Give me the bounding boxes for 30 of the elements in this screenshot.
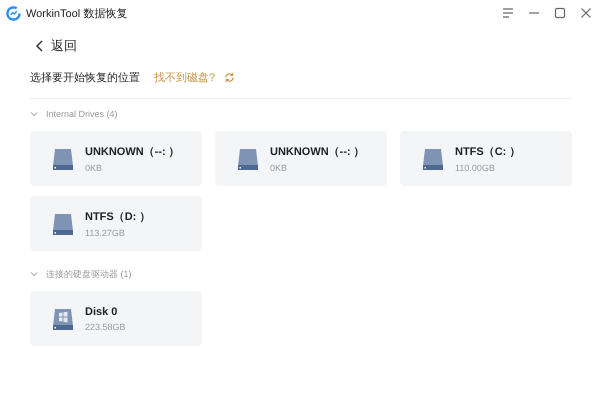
maximize-icon[interactable] <box>554 7 566 19</box>
drive-name: NTFS（D: ） <box>85 210 150 224</box>
drive-size: 0KB <box>85 163 104 173</box>
drive-name: Disk 0 <box>85 306 118 318</box>
window-title: WorkinTool 数据恢复 <box>26 6 128 20</box>
drive-card[interactable]: NTFS（C: ） 110.00GB <box>400 131 572 186</box>
section-title: 连接的硬盘驱动器 (1) <box>46 268 132 280</box>
close-icon[interactable] <box>580 7 592 19</box>
section-title: Internal Drives (4) <box>46 109 118 119</box>
drive-size: 0KB <box>270 163 288 173</box>
drive-card[interactable]: Disk 0 223.58GB <box>30 291 202 346</box>
menu-icon[interactable] <box>502 8 514 18</box>
drive-icon <box>51 146 75 170</box>
drive-icon <box>236 146 260 170</box>
drive-name: UNKNOWN（--: ） <box>270 145 365 159</box>
disk-icon <box>51 306 75 330</box>
drive-icon <box>51 212 75 236</box>
back-button[interactable]: 返回 <box>35 35 77 57</box>
drive-icon <box>421 146 445 170</box>
drive-size: 113.27GB <box>85 228 126 238</box>
refresh-icon[interactable] <box>224 72 236 82</box>
prompt-text: 选择要开始恢复的位置 <box>30 70 140 84</box>
drive-card[interactable]: UNKNOWN（--: ） 0KB <box>30 131 202 186</box>
drive-size: 223.58GB <box>85 322 126 332</box>
drive-card[interactable]: UNKNOWN（--: ） 0KB <box>215 131 387 186</box>
app-logo-icon <box>6 6 21 20</box>
drive-size: 110.00GB <box>455 163 496 173</box>
drive-card[interactable]: NTFS（D: ） 113.27GB <box>30 196 202 251</box>
drive-name: UNKNOWN（--: ） <box>85 145 180 159</box>
drive-name: NTFS（C: ） <box>455 145 520 159</box>
